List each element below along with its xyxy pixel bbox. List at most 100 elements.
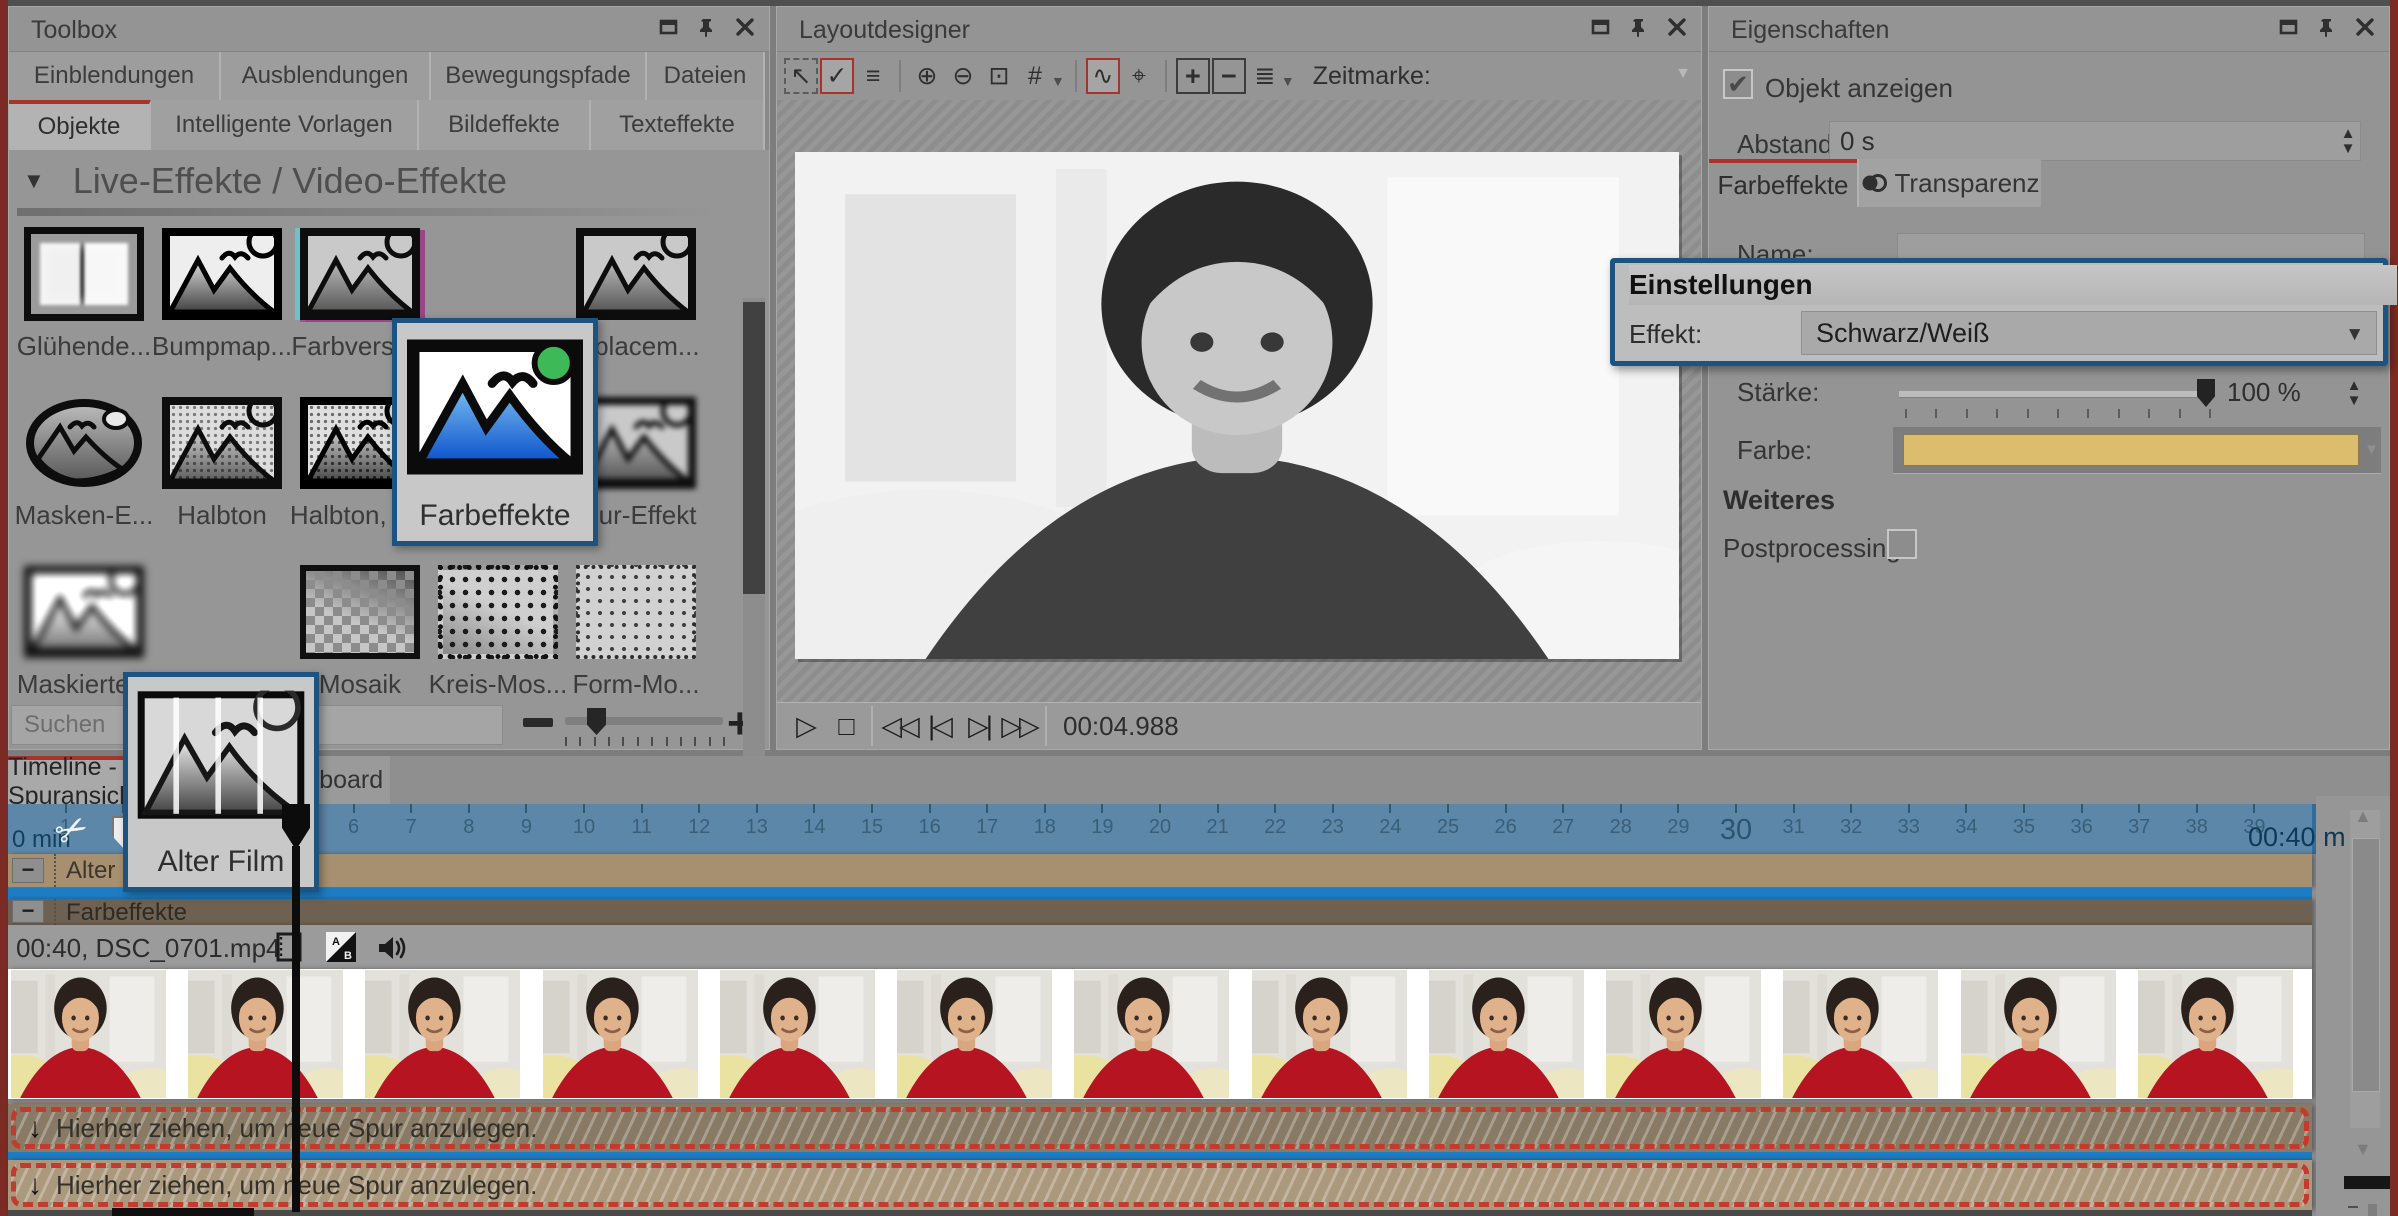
collapse-track-button[interactable]: − xyxy=(12,858,44,883)
storyboard-list-icon-dropdown[interactable]: ▼ xyxy=(1281,73,1295,89)
staerke-slider[interactable] xyxy=(1899,391,2209,398)
ruler-tick xyxy=(1389,804,1391,813)
pin-icon[interactable] xyxy=(2317,17,2337,37)
farbe-swatch[interactable] xyxy=(1903,434,2359,466)
maximize-icon[interactable] xyxy=(659,17,679,37)
collapse-icon[interactable]: ▼ xyxy=(23,168,45,194)
video-frame-thumbnail[interactable] xyxy=(717,969,894,1099)
farbe-dropdown-icon[interactable]: ▼ xyxy=(2364,441,2379,458)
postprocessing-checkbox[interactable] xyxy=(1887,529,1917,559)
layout-canvas[interactable] xyxy=(777,100,1701,703)
staerke-slider-handle[interactable] xyxy=(2197,379,2215,407)
chevron-down-icon[interactable]: ▼ xyxy=(2345,324,2364,346)
timeline-zoom-slider[interactable] xyxy=(2368,1204,2377,1216)
ab-compare-icon[interactable] xyxy=(326,932,356,962)
tab-bewegungspfade[interactable]: Bewegungspfade xyxy=(431,52,647,100)
video-frame-thumbnail[interactable] xyxy=(540,969,717,1099)
objekt-anzeigen-checkbox[interactable]: ✔ xyxy=(1723,69,1753,99)
abstand-field[interactable]: 0 s xyxy=(1829,121,2361,161)
video-frame-thumbnail[interactable] xyxy=(8,969,185,1099)
tab-farbeffekte[interactable]: Farbeffekte xyxy=(1709,159,1857,207)
timeline-vertical-scrollbar[interactable]: ▲ ▼ xyxy=(2350,810,2380,1128)
rewind-button[interactable]: ◁◁ xyxy=(879,706,919,746)
pin-icon[interactable] xyxy=(1629,17,1649,37)
camera-pan-icon[interactable]: ⌖ xyxy=(1122,58,1156,94)
tab-dateien[interactable]: Dateien xyxy=(647,52,765,100)
collapse-track-button[interactable]: − xyxy=(12,900,44,923)
motion-path-icon[interactable]: ∿ xyxy=(1086,58,1120,94)
toolbar-overflow-icon[interactable]: ▼ xyxy=(1675,65,1691,83)
play-button[interactable]: ▷ xyxy=(785,706,825,746)
tab-einblendungen[interactable]: Einblendungen xyxy=(9,52,221,100)
section-header[interactable]: ▼ Live-Effekte / Video-Effekte xyxy=(23,160,507,202)
zoom-fit-icon[interactable]: ⊡ xyxy=(982,58,1016,94)
select-tool-icon[interactable]: ↖ xyxy=(784,58,818,94)
vertical-scrollbar-thumb[interactable] xyxy=(2352,838,2380,1092)
video-frame-thumbnail[interactable] xyxy=(1780,969,1957,1099)
tab-bildeffekte[interactable]: Bildeffekte xyxy=(419,100,591,150)
zoom-out-icon[interactable]: ⊖ xyxy=(946,58,980,94)
video-frame-thumbnail[interactable] xyxy=(894,969,1071,1099)
close-icon[interactable] xyxy=(1667,17,1687,37)
drop-zone-new-track-1[interactable]: ↓ Hierher ziehen, um neue Spur anzulegen… xyxy=(8,1104,2312,1152)
tab-transparenz[interactable]: Transparenz xyxy=(1857,159,2041,207)
skip-start-button[interactable]: |◁ xyxy=(919,706,959,746)
effect-item-bumpmap-[interactable]: Bumpmap... xyxy=(153,227,291,387)
snap-tool-icon[interactable]: ✓ xyxy=(820,58,854,94)
playhead-line[interactable] xyxy=(292,846,300,1212)
video-thumbnail-strip[interactable] xyxy=(8,969,2312,1099)
video-clip-header[interactable]: 00:40, DSC_0701.mp4 xyxy=(8,925,2312,969)
video-frame-thumbnail[interactable] xyxy=(1426,969,1603,1099)
speaker-icon[interactable] xyxy=(376,934,406,962)
effect-item-masken-e-[interactable]: Masken-E... xyxy=(15,396,153,556)
track-alter-film[interactable]: − Alter Film xyxy=(8,854,2312,888)
video-frame-thumbnail[interactable] xyxy=(1249,969,1426,1099)
einstellungen-popup: Einstellungen Effekt: Schwarz/Weiß ▼ xyxy=(1610,258,2388,366)
video-preview[interactable] xyxy=(795,152,1679,659)
zoom-out-button[interactable] xyxy=(523,718,553,727)
video-frame-thumbnail[interactable] xyxy=(1958,969,2135,1099)
grid-icon-dropdown[interactable]: ▼ xyxy=(1051,73,1065,89)
video-frame-thumbnail[interactable] xyxy=(1071,969,1248,1099)
stop-button[interactable]: □ xyxy=(825,706,865,746)
zoom-in-icon[interactable]: ⊕ xyxy=(910,58,944,94)
effect-item-farbeffekte-selected[interactable]: Farbeffekte xyxy=(392,318,598,546)
track-farbeffekte[interactable]: − Farbeffekte xyxy=(8,899,2312,925)
effect-item-gl-hende-[interactable]: Glühende... xyxy=(15,227,153,387)
video-frame-thumbnail[interactable] xyxy=(185,969,362,1099)
effect-item-form-mo-[interactable]: Form-Mo... xyxy=(567,565,705,725)
pin-icon[interactable] xyxy=(697,17,717,37)
toolbox-scrollbar-thumb[interactable] xyxy=(743,302,765,594)
effect-item-kreis-mos-[interactable]: Kreis-Mos... xyxy=(429,565,567,725)
close-icon[interactable] xyxy=(735,17,755,37)
maximize-icon[interactable] xyxy=(2279,17,2299,37)
skip-end-button[interactable]: ▷| xyxy=(959,706,999,746)
abstand-spinner[interactable]: ▲▼ xyxy=(2337,127,2359,155)
video-frame-thumbnail[interactable] xyxy=(1603,969,1780,1099)
scroll-up-icon[interactable]: ▲ xyxy=(2354,806,2372,827)
horizontal-scrollbar-thumb[interactable] xyxy=(112,1208,254,1216)
video-frame-thumbnail[interactable] xyxy=(2135,969,2312,1099)
scroll-down-icon[interactable]: ▼ xyxy=(2354,1139,2372,1160)
forward-button[interactable]: ▷▷ xyxy=(999,706,1039,746)
staerke-spinner[interactable]: ▲▼ xyxy=(2343,379,2365,407)
grid-icon[interactable]: # xyxy=(1018,58,1052,94)
timeline-ruler[interactable]: 1234567891011121314151617181920212223242… xyxy=(8,804,2316,854)
tab-objekte[interactable]: Objekte xyxy=(9,100,151,150)
maximize-icon[interactable] xyxy=(1591,17,1611,37)
tab-texteffekte[interactable]: Texteffekte xyxy=(591,100,765,150)
drop-zone-new-track-2[interactable]: ↓ Hierher ziehen, um neue Spur anzulegen… xyxy=(8,1160,2312,1210)
insert-minus-icon[interactable]: − xyxy=(1212,58,1246,94)
insert-plus-icon[interactable]: + xyxy=(1176,58,1210,94)
close-icon[interactable] xyxy=(2355,17,2375,37)
tab-ausblendungen[interactable]: Ausblendungen xyxy=(221,52,431,100)
video-frame-thumbnail[interactable] xyxy=(362,969,539,1099)
timeline-zoom-bar[interactable] xyxy=(2344,1176,2390,1189)
effect-item-halbton[interactable]: Halbton xyxy=(153,396,291,556)
tab-intelligente-vorlagen[interactable]: Intelligente Vorlagen xyxy=(151,100,419,150)
layers-icon[interactable]: ≡ xyxy=(856,58,890,94)
effekt-dropdown[interactable]: Schwarz/Weiß ▼ xyxy=(1801,311,2377,355)
effect-item-alter-film-selected[interactable]: Alter Film xyxy=(123,672,319,892)
storyboard-list-icon[interactable]: ≣ xyxy=(1248,58,1282,94)
farbe-picker[interactable]: ▼ xyxy=(1893,427,2381,473)
